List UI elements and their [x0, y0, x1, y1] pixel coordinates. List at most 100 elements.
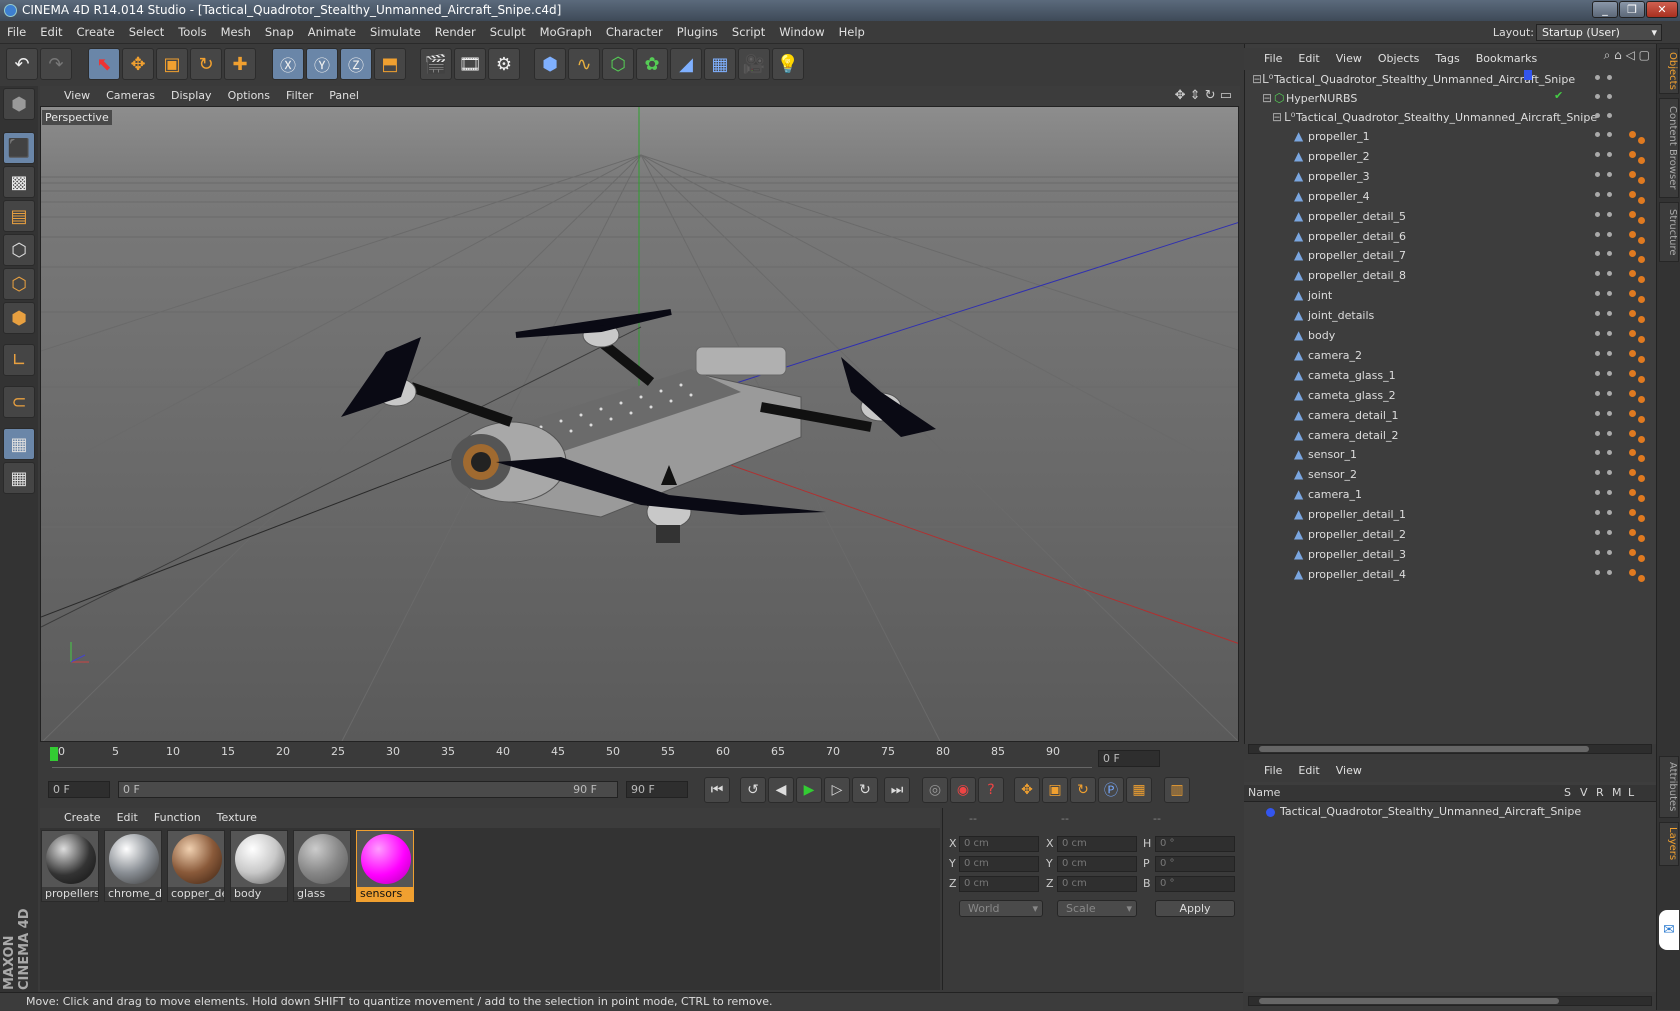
vp-menu-panel[interactable]: Panel — [321, 86, 367, 106]
visibility-dot[interactable] — [1607, 490, 1612, 496]
obj-menu-file[interactable]: File — [1256, 48, 1290, 70]
visibility-dot[interactable] — [1595, 569, 1600, 575]
nurbs-icon[interactable]: ⬡ — [602, 48, 634, 80]
tab-structure[interactable]: Structure — [1659, 202, 1679, 262]
visibility-dots[interactable] — [1595, 246, 1625, 266]
visibility-dot[interactable] — [1595, 490, 1600, 496]
workplane-icon[interactable]: ▤ — [3, 200, 35, 232]
tab-objects[interactable]: Objects — [1659, 48, 1679, 94]
visibility-dot[interactable] — [1595, 171, 1600, 177]
visibility-dot[interactable] — [1595, 549, 1600, 555]
object-row-propeller-detail-1[interactable]: ▲ propeller_detail_1 — [1244, 505, 1584, 525]
object-row-propeller-2[interactable]: ▲ propeller_2 — [1244, 147, 1584, 167]
play-icon[interactable]: ▶ — [796, 777, 822, 803]
visibility-dots[interactable] — [1595, 207, 1625, 227]
step-back-icon[interactable]: ◀ — [768, 777, 794, 803]
material-swatch[interactable]: propellers — [41, 830, 99, 902]
material-tag-icon[interactable] — [1629, 230, 1636, 238]
visibility-dots[interactable] — [1595, 286, 1625, 306]
material-tag-icon[interactable] — [1638, 296, 1645, 304]
visibility-dot[interactable] — [1607, 569, 1612, 575]
rotation-b-field[interactable]: 0 ° — [1155, 876, 1235, 892]
light-icon[interactable]: 💡 — [772, 48, 804, 80]
visibility-dot[interactable] — [1595, 231, 1600, 237]
vp-menu-options[interactable]: Options — [220, 86, 278, 106]
visibility-dot[interactable] — [1607, 171, 1612, 177]
key-rotation-icon[interactable]: ↻ — [1070, 777, 1096, 803]
render-picture-viewer-icon[interactable]: 🎞 — [454, 48, 486, 80]
key-position-icon[interactable]: ✥ — [1014, 777, 1040, 803]
material-tag-icon[interactable] — [1638, 256, 1645, 264]
start-frame-field[interactable]: 0 F — [48, 781, 110, 798]
object-row-joint[interactable]: ▲ joint — [1244, 286, 1584, 306]
layer-menu-view[interactable]: View — [1328, 760, 1370, 782]
object-tags[interactable] — [1629, 565, 1657, 585]
layer-menu-file[interactable]: File — [1256, 760, 1290, 782]
object-tags[interactable] — [1629, 525, 1657, 545]
obj-menu-tags[interactable]: Tags — [1427, 48, 1467, 70]
visibility-dots[interactable] — [1595, 89, 1625, 109]
material-tag-icon[interactable] — [1629, 170, 1636, 178]
menu-render[interactable]: Render — [428, 21, 483, 44]
visibility-dot[interactable] — [1607, 211, 1612, 217]
layout-select[interactable]: Startup (User) ▾ — [1536, 24, 1662, 41]
material-tag-icon[interactable] — [1638, 515, 1645, 523]
menu-mograph[interactable]: MoGraph — [533, 21, 599, 44]
key-scale-icon[interactable]: ▣ — [1042, 777, 1068, 803]
visibility-dot[interactable] — [1607, 390, 1612, 396]
frame-range-slider[interactable]: 0 F 90 F — [118, 781, 618, 798]
mat-menu-edit[interactable]: Edit — [109, 808, 146, 828]
menu-select[interactable]: Select — [122, 21, 171, 44]
visibility-dot[interactable] — [1607, 331, 1612, 336]
object-tags[interactable] — [1629, 207, 1657, 227]
material-tag-icon[interactable] — [1629, 150, 1636, 158]
material-tag-icon[interactable] — [1638, 435, 1645, 443]
scroll-thumb[interactable] — [1259, 746, 1589, 752]
current-frame-field[interactable]: 0 F — [1098, 750, 1160, 767]
grid-icon[interactable]: ▦ — [3, 462, 35, 494]
key-pla-icon[interactable]: ▦ — [1126, 777, 1152, 803]
visibility-dots[interactable] — [1595, 187, 1625, 207]
array-icon[interactable]: ✿ — [636, 48, 668, 80]
object-tags[interactable] — [1629, 147, 1657, 167]
cube-primitive-icon[interactable]: ⬢ — [534, 48, 566, 80]
vp-menu-cameras[interactable]: Cameras — [98, 86, 163, 106]
material-tag-icon[interactable] — [1638, 196, 1645, 204]
visibility-dot[interactable] — [1607, 94, 1612, 99]
timeline-window-icon[interactable]: ▥ — [1164, 777, 1190, 803]
material-tag-icon[interactable] — [1638, 336, 1645, 343]
visibility-dot[interactable] — [1607, 470, 1612, 476]
tab-layers[interactable]: Layers — [1659, 822, 1679, 866]
object-row-propeller-detail-7[interactable]: ▲ propeller_detail_7 — [1244, 246, 1584, 266]
material-swatch[interactable]: chrome_de — [104, 830, 162, 902]
visibility-dot[interactable] — [1607, 450, 1612, 456]
axis-mode-icon[interactable]: ∟ — [3, 344, 35, 376]
material-tag-icon[interactable] — [1638, 395, 1645, 403]
menu-mesh[interactable]: Mesh — [214, 21, 258, 44]
edges-mode-icon[interactable]: ⬡ — [3, 268, 35, 300]
visibility-dot[interactable] — [1595, 350, 1600, 356]
mat-menu-create[interactable]: Create — [56, 808, 109, 828]
object-row-propeller-detail-5[interactable]: ▲ propeller_detail_5 — [1244, 207, 1584, 227]
scroll-thumb[interactable] — [1259, 998, 1559, 1004]
tab-attributes[interactable]: Attributes — [1659, 756, 1679, 818]
material-tag-icon[interactable] — [1629, 250, 1636, 258]
visibility-dots[interactable] — [1595, 386, 1625, 406]
redo-icon[interactable]: ↷ — [40, 48, 72, 80]
visibility-dot[interactable] — [1595, 75, 1600, 80]
object-tags[interactable] — [1629, 127, 1657, 147]
close-button[interactable]: ✕ — [1646, 1, 1678, 18]
camera-icon[interactable]: 🎥 — [738, 48, 770, 80]
3d-viewport[interactable] — [40, 106, 1239, 742]
timeline-playhead[interactable] — [50, 747, 58, 761]
viewport-nav-icons[interactable]: ✥ ⇕ ↻ ▭ — [1175, 88, 1232, 103]
tab-content-browser[interactable]: Content Browser — [1659, 98, 1679, 198]
visibility-dots[interactable] — [1595, 266, 1625, 286]
material-tag-icon[interactable] — [1638, 415, 1645, 423]
object-tags[interactable] — [1629, 386, 1657, 406]
visibility-dots[interactable] — [1595, 505, 1625, 525]
material-tag-icon[interactable] — [1638, 475, 1645, 483]
object-tags[interactable] — [1629, 445, 1657, 465]
material-tag-icon[interactable] — [1638, 554, 1645, 562]
visibility-dot[interactable] — [1607, 549, 1612, 555]
